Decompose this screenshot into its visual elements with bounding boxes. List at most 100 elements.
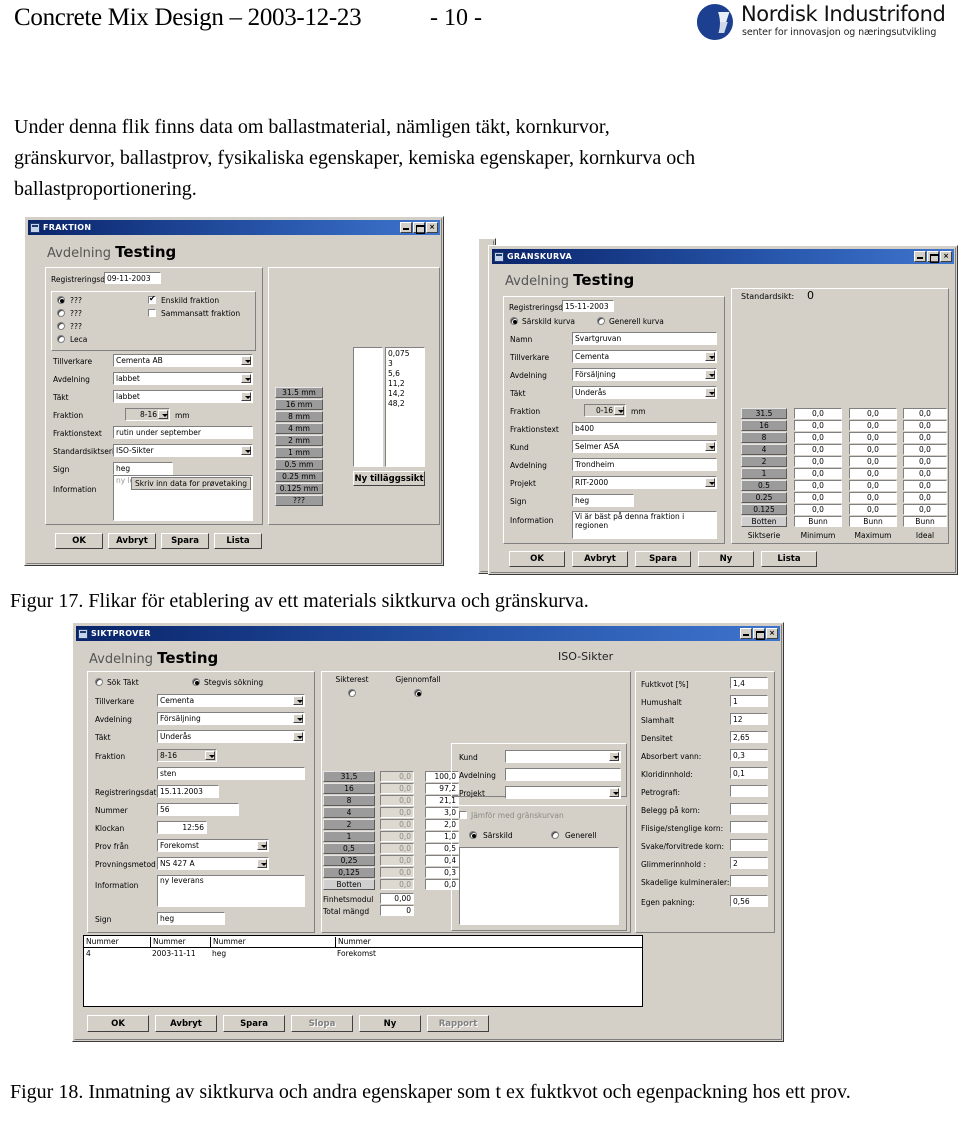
sp-sieve-7[interactable]: 0,25 <box>323 855 375 866</box>
sp-sikterest-8[interactable]: 0,0 <box>380 867 414 878</box>
siktprover-avdelning-combo[interactable]: Försäljning <box>157 712 305 725</box>
fraktion-spara-button[interactable]: Spara <box>161 533 209 549</box>
chevron-down-icon[interactable] <box>257 859 267 868</box>
fraktion-sign-input[interactable]: heg <box>113 462 173 475</box>
sp-sikterest-2[interactable]: 0,0 <box>380 795 414 806</box>
granskurva-sieve-4[interactable]: 2 <box>741 456 787 467</box>
granskurva-sieve-1[interactable]: 16 <box>741 420 787 431</box>
siktprover-window[interactable]: SIKTPROVER × Avdelning Testing ISO-Sikte… <box>72 622 784 1042</box>
granskurva-max-1[interactable]: 0,0 <box>849 420 897 431</box>
granskurva-min-6[interactable]: 0,0 <box>794 480 842 491</box>
granskurva-avdelning-combo[interactable]: Försäljning <box>572 368 717 381</box>
total-value[interactable]: 0 <box>380 905 414 916</box>
prop-10-value[interactable]: 2 <box>730 857 768 869</box>
granskurva-ideal-5[interactable]: 0,0 <box>903 468 947 479</box>
fraktion-radio-1[interactable] <box>57 309 65 317</box>
granskurva-reg-input[interactable]: 15-11-2003 <box>562 300 614 312</box>
granskurva-fraktion-combo[interactable]: 0-16 <box>584 404 626 417</box>
prop-6-value[interactable] <box>730 785 768 797</box>
minimize-icon[interactable] <box>740 628 752 639</box>
fraktion-standardsikt-combo[interactable]: ISO-Sikter <box>113 444 253 457</box>
prop-9-value[interactable] <box>730 839 768 851</box>
customer-avdelning-input[interactable] <box>505 768 621 781</box>
minimize-icon[interactable] <box>914 251 926 262</box>
chevron-down-icon[interactable] <box>705 442 715 451</box>
curve-listbox[interactable] <box>459 847 619 925</box>
maximize-icon[interactable] <box>927 251 939 263</box>
granskurva-max-4[interactable]: 0,0 <box>849 456 897 467</box>
granskurva-ideal-1[interactable]: 0,0 <box>903 420 947 431</box>
chevron-down-icon[interactable] <box>293 714 303 723</box>
compare-checkbox[interactable] <box>459 811 467 819</box>
prop-3-value[interactable]: 2,65 <box>730 731 768 743</box>
siktprover-nummer-input[interactable]: 56 <box>157 803 239 816</box>
sp-sikterest-5[interactable]: 0,0 <box>380 831 414 842</box>
fraktion-sieve-1[interactable]: 16 mm <box>275 399 323 410</box>
customer-kund-combo[interactable] <box>505 750 621 763</box>
fraktion-avbryt-button[interactable]: Avbryt <box>108 533 156 549</box>
granskurva-ideal-4[interactable]: 0,0 <box>903 456 947 467</box>
maximize-icon[interactable] <box>413 222 425 234</box>
siktprover-fraktion-combo[interactable]: 8-16 <box>157 749 217 762</box>
siktprover-reg-input[interactable]: 15.11.2003 <box>157 785 219 798</box>
sp-sieve-4[interactable]: 2 <box>323 819 375 830</box>
granskurva-ideal-3[interactable]: 0,0 <box>903 444 947 455</box>
chevron-down-icon[interactable] <box>293 732 303 741</box>
fraktion-extra-values-listbox[interactable]: 0,075 3 5,6 11,2 14,2 48,2 <box>385 347 425 467</box>
fraktion-takt-combo[interactable]: labbet <box>113 390 253 403</box>
granskurva-ideal-2[interactable]: 0,0 <box>903 432 947 443</box>
granskurva-min-3[interactable]: 0,0 <box>794 444 842 455</box>
fraktion-radio-2[interactable] <box>57 322 65 330</box>
fraktion-sieve-6[interactable]: 0.5 mm <box>275 459 323 470</box>
fraktion-radio-3[interactable] <box>57 335 65 343</box>
close-icon[interactable]: × <box>940 251 952 262</box>
granskurva-ideal-6[interactable]: 0,0 <box>903 480 947 491</box>
fraktion-tillverkare-combo[interactable]: Cementa AB <box>113 354 253 367</box>
sp-sikterest-1[interactable]: 0,0 <box>380 783 414 794</box>
granskurva-sieve-3[interactable]: 4 <box>741 444 787 455</box>
sp-sieve-0[interactable]: 31,5 <box>323 771 375 782</box>
maximize-icon[interactable] <box>753 628 765 640</box>
granskurva-max-6[interactable]: 0,0 <box>849 480 897 491</box>
granskurva-sieve-8[interactable]: 0.125 <box>741 504 787 515</box>
granskurva-tillverkare-combo[interactable]: Cementa <box>572 350 717 363</box>
granskurva-min-0[interactable]: 0,0 <box>794 408 842 419</box>
granskurva-max-9[interactable]: Bunn <box>849 516 897 527</box>
fraktion-reg-input[interactable]: 09-11-2003 <box>104 272 161 284</box>
fraktion-sieve-5[interactable]: 1 mm <box>275 447 323 458</box>
granskurva-sieve-6[interactable]: 0.5 <box>741 480 787 491</box>
fraktion-sieve-0[interactable]: 31.5 mm <box>275 387 323 398</box>
fraktion-radio-0[interactable] <box>57 296 65 304</box>
curve-radio-generell[interactable] <box>551 831 559 839</box>
siktprover-radio-sok-takt[interactable] <box>95 678 103 686</box>
siktprover-window-controls[interactable]: × <box>740 628 778 640</box>
siktprover-spara-button[interactable]: Spara <box>223 1015 285 1032</box>
granskurva-sign-input[interactable]: heg <box>572 494 634 507</box>
sp-sikterest-9[interactable]: 0,0 <box>380 879 414 890</box>
granskurva-takt-combo[interactable]: Underås <box>572 386 717 399</box>
granskurva-min-2[interactable]: 0,0 <box>794 432 842 443</box>
fineness-value[interactable]: 0,00 <box>380 893 414 904</box>
granskurva-sieve-9[interactable]: Botten <box>741 516 787 527</box>
granskurva-max-5[interactable]: 0,0 <box>849 468 897 479</box>
mode-radio-gjennomfall[interactable] <box>414 689 422 697</box>
siktprover-sten-input[interactable]: sten <box>157 767 305 780</box>
ny-tillaggssikt-button[interactable]: Ny tilläggssikt <box>353 471 425 486</box>
fraktion-window[interactable]: FRAKTION × Avdelning Testing Registrerin… <box>24 216 444 566</box>
granskurva-ideal-8[interactable]: 0,0 <box>903 504 947 515</box>
chevron-down-icon[interactable] <box>205 751 215 760</box>
prop-8-value[interactable] <box>730 821 768 833</box>
granskurva-titlebar[interactable]: GRÄNSKURVA × <box>492 249 954 264</box>
granskurva-min-8[interactable]: 0,0 <box>794 504 842 515</box>
chevron-down-icon[interactable] <box>705 352 715 361</box>
prop-5-value[interactable]: 0,1 <box>730 767 768 779</box>
chevron-down-icon[interactable] <box>241 356 251 365</box>
fraktion-sieve-2[interactable]: 8 mm <box>275 411 323 422</box>
granskurva-ideal-7[interactable]: 0,0 <box>903 492 947 503</box>
fraktion-check-sammansatt[interactable] <box>148 309 156 317</box>
granskurva-max-0[interactable]: 0,0 <box>849 408 897 419</box>
siktprover-tillverkare-combo[interactable]: Cementa <box>157 694 305 707</box>
granskurva-min-5[interactable]: 0,0 <box>794 468 842 479</box>
siktprover-data-grid[interactable]: Nummer Nummer Nummer Nummer 4 2003-11-11… <box>83 935 643 1007</box>
fraktion-fraktion-combo[interactable]: 8-16 <box>125 408 170 421</box>
